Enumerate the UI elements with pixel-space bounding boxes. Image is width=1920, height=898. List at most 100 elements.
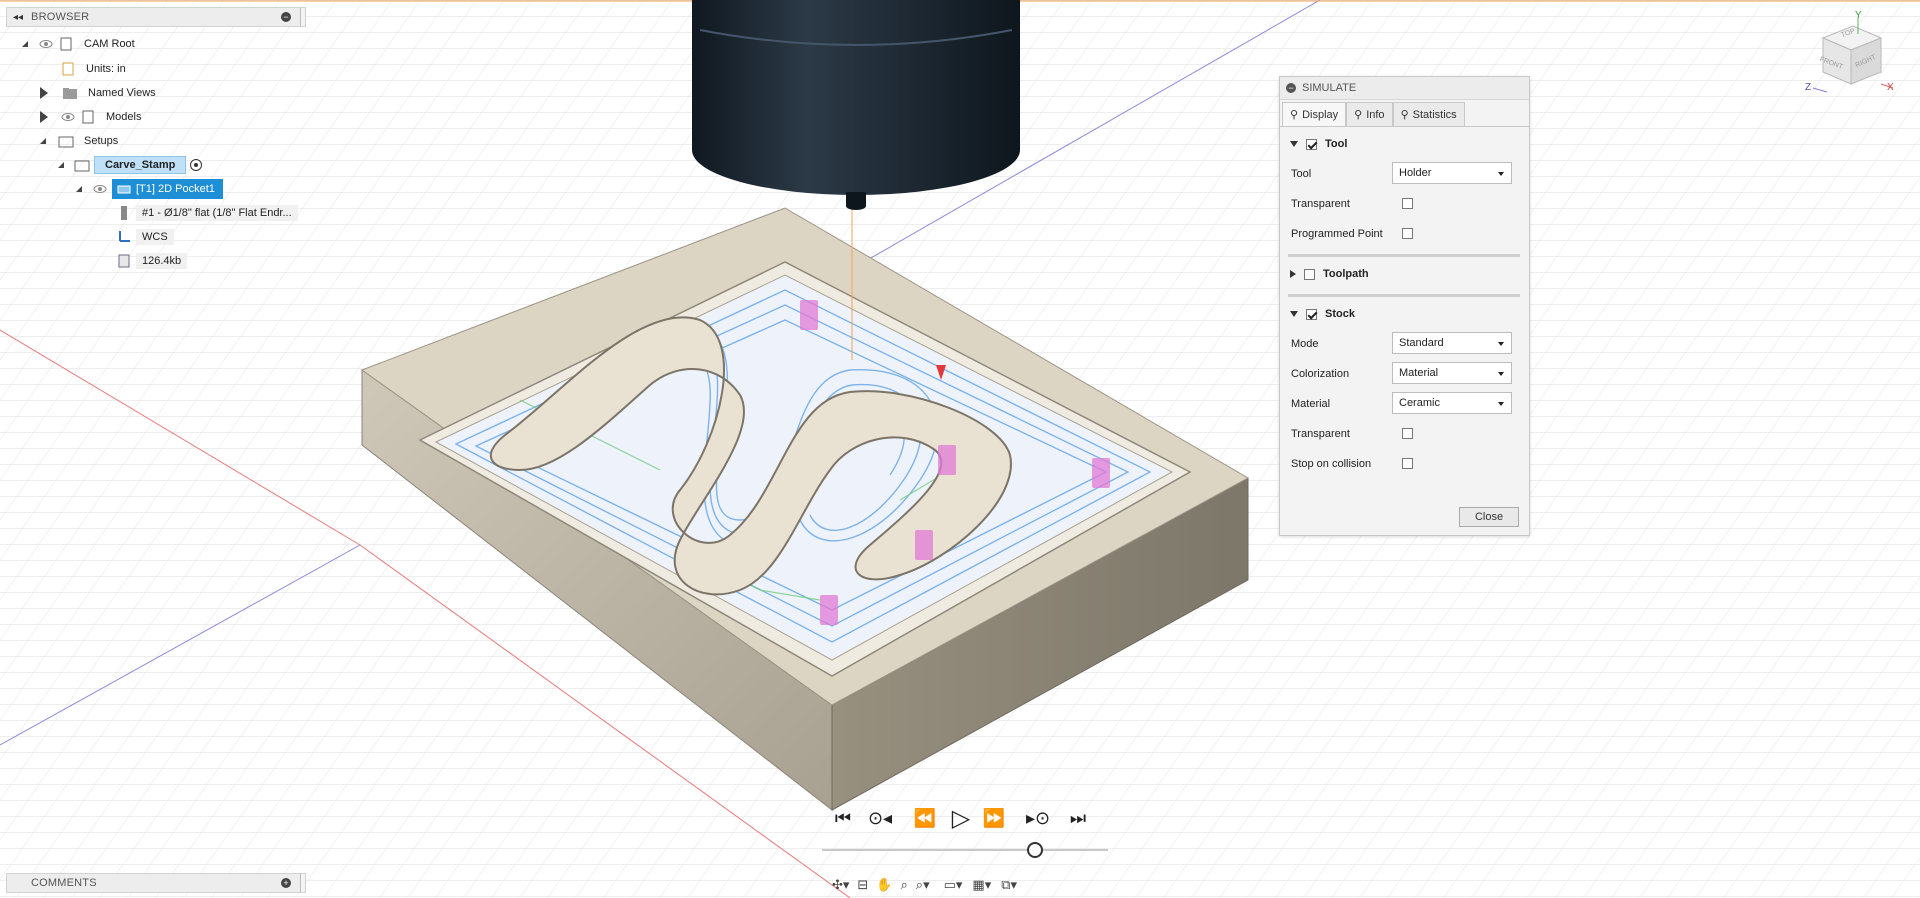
axis-z-label: Z [1805,82,1812,93]
stop-on-collision-label: Stop on collision [1291,458,1372,470]
browser-title: BROWSER [31,11,90,23]
viewports-icon[interactable]: ⧉▾ [1001,878,1017,893]
tree-label: Carve_Stamp [94,156,187,174]
minus-icon[interactable]: − [1286,83,1296,93]
grid-settings-icon[interactable]: ▦▾ [972,878,991,893]
tree-item-wcs[interactable]: WCS [116,227,174,247]
eye-icon[interactable] [38,36,54,52]
tool-dropdown[interactable]: Holder [1392,162,1512,184]
browser-header[interactable]: ◂◂ BROWSER − [6,7,306,27]
step-back-button[interactable]: ⊙◂ [866,806,894,830]
stock-transparent-checkbox[interactable] [1402,428,1413,439]
eye-icon[interactable] [92,181,108,197]
skip-to-start-button[interactable]: ⏮ [829,806,857,830]
skip-to-end-button[interactable]: ⏭ [1064,806,1092,830]
mode-dropdown[interactable]: Standard [1392,332,1512,354]
panel-grip[interactable] [300,874,305,892]
look-at-icon[interactable]: ⊟ [857,878,868,893]
comments-header[interactable]: COMMENTS + [6,873,306,893]
timeline-slider[interactable] [822,849,1108,851]
simulate-title: SIMULATE [1302,82,1357,94]
stop-on-collision-checkbox[interactable] [1402,458,1413,469]
tree-item-models[interactable]: Models [40,107,147,127]
tree-item-2d-pocket[interactable]: [T1] 2D Pocket1 [76,179,223,199]
expand-triangle-icon[interactable] [58,162,64,168]
folder-icon [62,85,78,101]
stock-section-header[interactable]: Stock [1290,308,1355,320]
display-icon: ⚲ [1290,109,1299,121]
transparent-label: Transparent [1291,198,1350,210]
folder-open-icon [74,157,90,173]
comments-title: COMMENTS [31,877,97,889]
collapse-triangle-icon[interactable] [1290,311,1298,317]
tab-label: Info [1366,108,1385,121]
tab-statistics[interactable]: ⚲ Statistics [1392,102,1465,126]
simulate-tabs: ⚲ Display ⚲ Info ⚲ Statistics [1280,100,1529,127]
tree-label: 126.4kb [136,253,188,269]
colorization-dropdown-value: Material [1399,367,1439,379]
mode-label: Mode [1291,338,1319,350]
expand-triangle-icon[interactable] [40,138,46,144]
programmed-point-label: Programmed Point [1291,228,1383,240]
3d-viewport[interactable] [0,0,1920,898]
collapse-triangle-icon[interactable] [1290,141,1298,147]
tree-item-cam-root[interactable]: CAM Root [22,34,141,54]
zoom-icon[interactable]: ⌕ [901,878,908,893]
fit-icon[interactable]: ⌕▾ [916,878,930,893]
tree-item-units[interactable]: Units: in [60,59,132,79]
tree-item-setups[interactable]: Setups [40,131,124,151]
orbit-icon[interactable]: ✣▾ [832,878,849,893]
divider [1288,254,1520,257]
tool-section-label: Tool [1325,138,1348,150]
close-button[interactable]: Close [1459,507,1519,527]
plus-icon[interactable]: + [281,878,291,888]
document-icon [58,36,74,52]
toolpath-section-header[interactable]: Toolpath [1290,268,1369,280]
material-dropdown-value: Ceramic [1399,397,1440,409]
file-icon [60,61,76,77]
stock-section-label: Stock [1325,308,1355,320]
material-dropdown[interactable]: Ceramic [1392,392,1512,414]
colorization-label: Colorization [1291,368,1350,380]
tab-info[interactable]: ⚲ Info [1346,102,1393,126]
tree-label-selected: [T1] 2D Pocket1 [112,179,223,199]
play-button[interactable]: ▷ [947,804,975,832]
expand-triangle-icon[interactable] [76,186,82,192]
panel-grip[interactable] [300,8,305,26]
rewind-button[interactable]: ⏪ [911,806,939,830]
target-icon[interactable] [190,159,203,171]
expand-triangle-icon[interactable] [22,41,28,47]
colorization-dropdown[interactable]: Material [1392,362,1512,384]
expand-right-icon[interactable] [40,87,48,99]
toolpath-section-checkbox[interactable] [1304,268,1315,280]
collapse-icon[interactable]: ◂◂ [13,12,23,23]
minus-icon[interactable]: − [281,12,291,22]
tree-item-filesize[interactable]: 126.4kb [116,251,188,271]
tree-item-tool[interactable]: #1 - Ø1/8" flat (1/8" Flat Endr... [116,203,298,223]
axis-x-label: X [1887,82,1894,93]
transparent-checkbox[interactable] [1402,198,1413,209]
fast-forward-button[interactable]: ⏩ [980,806,1008,830]
tool-section-checkbox[interactable] [1306,138,1317,150]
pan-icon[interactable]: ✋ [876,878,892,893]
endmill-icon [116,205,132,221]
expand-right-icon[interactable] [40,111,48,123]
display-settings-icon[interactable]: ▭▾ [944,878,963,893]
tree-label: Named Views [88,87,156,99]
stock-section-checkbox[interactable] [1306,308,1317,320]
tree-item-carve-stamp[interactable]: Carve_Stamp [58,155,203,175]
tree-label: Units: in [86,63,126,75]
step-forward-button[interactable]: ▸⊙ [1024,806,1052,830]
nc-file-icon [116,253,132,269]
material-label: Material [1291,398,1331,410]
expand-triangle-icon[interactable] [1290,270,1296,278]
simulate-title-bar[interactable]: − SIMULATE [1280,77,1529,100]
tool-section-header[interactable]: Tool [1290,138,1347,150]
tree-item-named-views[interactable]: Named Views [40,83,162,103]
tab-display[interactable]: ⚲ Display [1282,102,1347,126]
timeline-slider-handle[interactable] [1027,842,1043,858]
programmed-point-checkbox[interactable] [1402,228,1413,239]
view-cube[interactable]: TOP FRONT RIGHT X Y Z [1805,10,1895,102]
info-icon: ⚲ [1354,109,1363,121]
eye-icon[interactable] [60,109,76,125]
